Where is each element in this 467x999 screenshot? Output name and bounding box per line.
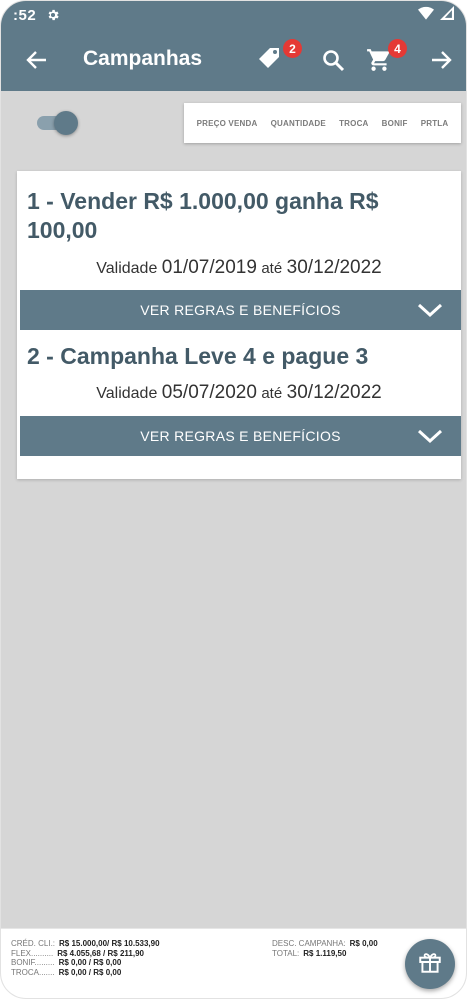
filter-quantidade[interactable]: QUANTIDADE: [271, 119, 326, 128]
footer-value: R$ 4.055,68 / R$ 211,90: [57, 948, 144, 958]
footer-right: DESC. CAMPANHA: R$ 0,00 TOTAL: R$ 1.119,50: [272, 939, 378, 958]
footer-row-cred-cli: CRÉD. CLI.: R$ 15.000,00/ R$ 10.533,90: [11, 939, 160, 949]
filter-preco-venda[interactable]: PREÇO VENDA: [197, 119, 258, 128]
validity-start: 05/07/2020: [161, 382, 257, 403]
view-rules-label: VER REGRAS E BENEFÍCIOS: [140, 428, 341, 444]
footer-value: R$ 0,00 / R$ 0,00: [58, 967, 122, 977]
campaign-list: 1 - Vender R$ 1.000,00 ganha R$ 100,00 V…: [17, 171, 461, 479]
gear-icon: [46, 8, 60, 22]
footer-label: BONIF.........: [11, 958, 55, 968]
toggle-knob: [54, 111, 78, 135]
footer-row-total: TOTAL: R$ 1.119,50: [272, 949, 378, 959]
campaign-card: 2 - Campanha Leve 4 e pague 3 Validade 0…: [17, 330, 461, 456]
footer-label: TOTAL:: [272, 948, 300, 958]
footer-value: R$ 1.119,50: [303, 948, 347, 958]
gift-button[interactable]: [405, 939, 455, 989]
validity-label: Validade: [96, 260, 158, 277]
validity-until: até: [261, 260, 283, 277]
gift-icon: [417, 949, 443, 980]
cart-badge: 4: [388, 39, 407, 58]
filter-bar: PREÇO VENDA QUANTIDADE TROCA BONIF PRTLA: [184, 103, 461, 143]
footer-value: R$ 0,00: [349, 939, 378, 948]
footer-row-bonif: BONIF......... R$ 0,00 / R$ 0,00: [11, 958, 160, 968]
filter-bonif[interactable]: BONIF: [382, 119, 408, 128]
wifi-icon: [418, 6, 434, 24]
filter-prtla[interactable]: PRTLA: [421, 119, 449, 128]
footer-row-desc-campanha: DESC. CAMPANHA: R$ 0,00: [272, 939, 378, 949]
view-rules-label: VER REGRAS E BENEFÍCIOS: [140, 302, 341, 318]
footer-label: FLEX..........: [11, 948, 54, 958]
footer-left: CRÉD. CLI.: R$ 15.000,00/ R$ 10.533,90 FL…: [11, 939, 160, 977]
signal-icon: [440, 6, 454, 24]
footer-row-troca: TROCA....... R$ 0,00 / R$ 0,00: [11, 968, 160, 978]
tag-button[interactable]: 2: [257, 39, 302, 78]
footer-value: R$ 15.000,00/ R$ 10.533,90: [59, 939, 160, 948]
tag-badge: 2: [283, 39, 302, 58]
campaign-title: 1 - Vender R$ 1.000,00 ganha R$ 100,00: [27, 188, 379, 243]
footer-row-flex: FLEX.......... R$ 4.055,68 / R$ 211,90: [11, 949, 160, 959]
status-time: :52: [13, 6, 37, 24]
forward-arrow-icon[interactable]: [429, 48, 453, 72]
validity-start: 01/07/2019: [161, 257, 257, 278]
phone-screen: :52 Campanhas 2 4 PREÇO VENDA QUANTIDADE…: [0, 0, 467, 999]
validity-end: 30/12/2022: [286, 257, 382, 278]
campaign-validity: Validade 01/07/2019 até 30/12/2022: [17, 245, 461, 290]
chevron-down-icon: [417, 299, 443, 321]
status-bar: :52: [1, 1, 466, 29]
cart-button[interactable]: 4: [366, 39, 407, 78]
search-icon[interactable]: [321, 48, 345, 72]
validity-label: Validade: [96, 385, 158, 402]
view-rules-button[interactable]: VER REGRAS E BENEFÍCIOS: [20, 416, 461, 456]
footer-label: TROCA.......: [11, 967, 55, 977]
validity-end: 30/12/2022: [286, 382, 382, 403]
chevron-down-icon: [417, 425, 443, 447]
view-rules-button[interactable]: VER REGRAS E BENEFÍCIOS: [20, 290, 461, 330]
footer-label: CRÉD. CLI.:: [11, 939, 56, 948]
back-arrow-icon[interactable]: [25, 48, 49, 72]
validity-until: até: [261, 385, 283, 402]
app-bar: Campanhas 2 4: [1, 29, 466, 91]
footer-label: DESC. CAMPANHA:: [272, 939, 346, 948]
filter-toggle[interactable]: [37, 111, 78, 135]
campaign-validity: Validade 05/07/2020 até 30/12/2022: [17, 371, 461, 416]
page-title: Campanhas: [83, 47, 203, 70]
campaign-card: 1 - Vender R$ 1.000,00 ganha R$ 100,00 V…: [17, 171, 461, 330]
campaign-title: 2 - Campanha Leve 4 e pague 3: [27, 343, 369, 369]
totals-footer: CRÉD. CLI.: R$ 15.000,00/ R$ 10.533,90 FL…: [1, 928, 466, 998]
footer-value: R$ 0,00 / R$ 0,00: [58, 958, 122, 968]
filter-troca[interactable]: TROCA: [339, 119, 368, 128]
